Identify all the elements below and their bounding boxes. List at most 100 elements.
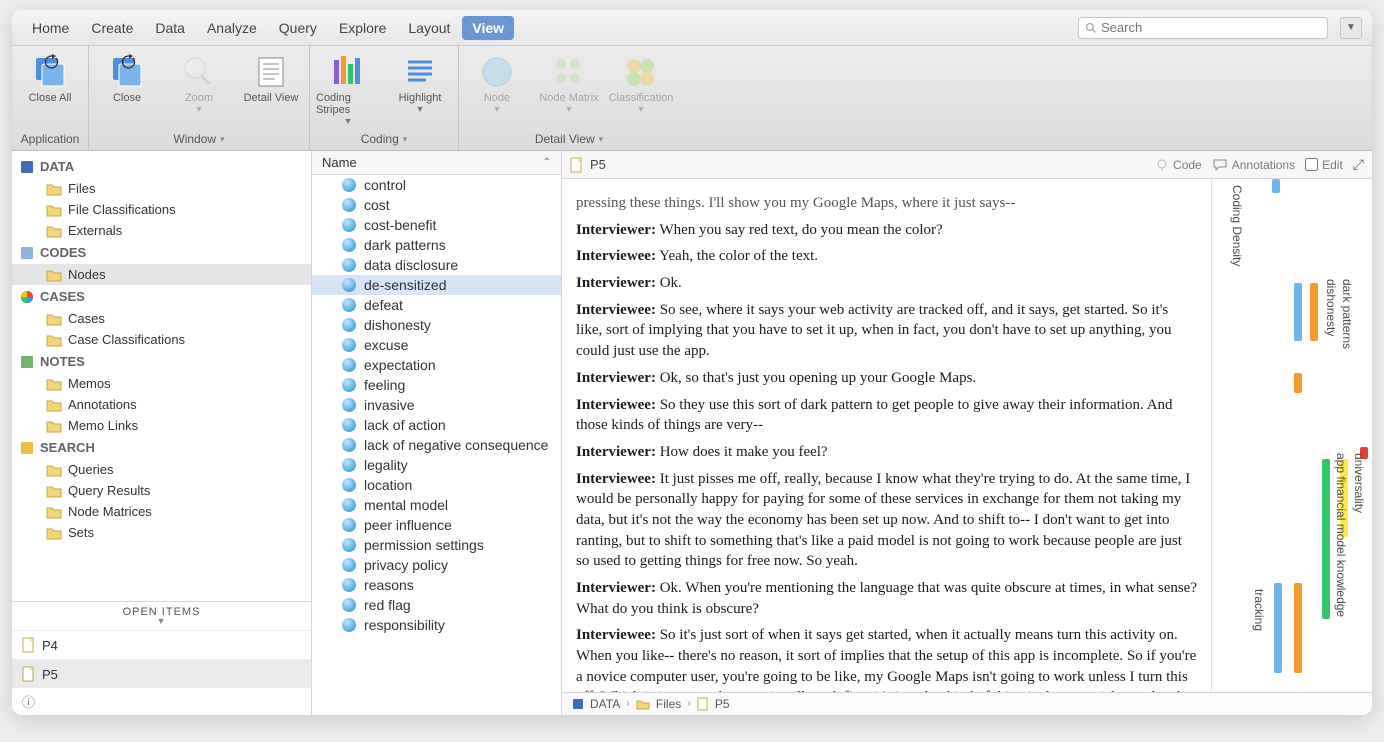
code-node[interactable]: defeat — [312, 295, 561, 315]
open-item-p5[interactable]: P5 — [12, 659, 311, 688]
coding-stripe[interactable] — [1274, 583, 1282, 673]
coding-stripes-pane: Coding Density dark patternsdishonestyun… — [1212, 179, 1372, 692]
expand-button[interactable]: ⤢ — [1353, 156, 1364, 173]
edit-checkbox[interactable] — [1305, 158, 1318, 171]
code-node[interactable]: de-sensitized — [312, 275, 561, 295]
nav-item-nodes[interactable]: Nodes — [12, 264, 311, 285]
menu-data[interactable]: Data — [145, 16, 195, 40]
menu-layout[interactable]: Layout — [398, 16, 460, 40]
nav-item-files[interactable]: Files — [12, 178, 311, 199]
code-node[interactable]: control — [312, 175, 561, 195]
ribbon-close[interactable]: Close — [95, 54, 159, 104]
ribbon-group-coding: Coding▾ — [361, 130, 408, 148]
transcript-line[interactable]: Interviewer: How does it make you feel? — [576, 442, 1197, 463]
code-node[interactable]: permission settings — [312, 535, 561, 555]
transcript-line[interactable]: Interviewer: When you say red text, do y… — [576, 220, 1197, 241]
transcript[interactable]: pressing these things. I'll show you my … — [562, 179, 1212, 692]
menu-create[interactable]: Create — [81, 16, 143, 40]
coding-stripe[interactable] — [1294, 583, 1302, 673]
menu-home[interactable]: Home — [22, 16, 79, 40]
code-node[interactable]: feeling — [312, 375, 561, 395]
code-node[interactable]: responsibility — [312, 615, 561, 635]
transcript-line[interactable]: Interviewer: Ok. — [576, 273, 1197, 294]
search-dropdown-button[interactable]: ▼ — [1340, 17, 1362, 39]
menu-analyze[interactable]: Analyze — [197, 16, 267, 40]
nav-section-codes[interactable]: CODES — [12, 241, 311, 264]
breadcrumb-item[interactable]: DATA — [590, 697, 620, 711]
codes-list-header[interactable]: Name ⌃ — [312, 151, 561, 175]
nav-item-node-matrices[interactable]: Node Matrices — [12, 501, 311, 522]
code-tool[interactable]: Code — [1155, 158, 1202, 172]
document-tab[interactable]: P5 — [570, 157, 1145, 173]
code-node[interactable]: privacy policy — [312, 555, 561, 575]
transcript-line[interactable]: Interviewee: So see, where it says your … — [576, 300, 1197, 362]
transcript-line[interactable]: Interviewee: Yeah, the color of the text… — [576, 246, 1197, 267]
nav-item-memos[interactable]: Memos — [12, 373, 311, 394]
nav-item-queries[interactable]: Queries — [12, 459, 311, 480]
code-node[interactable]: lack of negative consequence — [312, 435, 561, 455]
ribbon-coding-stripes[interactable]: Coding Stripes▼ — [316, 54, 380, 126]
coding-stripe[interactable] — [1294, 373, 1302, 393]
open-items-header[interactable]: OPEN ITEMS ▼ — [12, 601, 311, 630]
search-input[interactable] — [1101, 20, 1321, 35]
coding-stripe[interactable] — [1310, 283, 1318, 341]
open-item-p4[interactable]: P4 — [12, 630, 311, 659]
sort-indicator-icon: ⌃ — [543, 157, 551, 168]
breadcrumb[interactable]: DATA›Files›P5 — [562, 692, 1372, 715]
code-node[interactable]: location — [312, 475, 561, 495]
nav-item-cases[interactable]: Cases — [12, 308, 311, 329]
ribbon-close-all[interactable]: Close All — [18, 54, 82, 104]
transcript-line[interactable]: Interviewer: Ok, so that's just you open… — [576, 368, 1197, 389]
info-icon[interactable]: ⓘ — [12, 688, 311, 715]
code-node[interactable]: invasive — [312, 395, 561, 415]
nav-item-memo-links[interactable]: Memo Links — [12, 415, 311, 436]
speaker-label: Interviewee: — [576, 248, 656, 264]
code-node[interactable]: red flag — [312, 595, 561, 615]
breadcrumb-item[interactable]: Files — [656, 697, 681, 711]
code-node[interactable]: expectation — [312, 355, 561, 375]
nav-item-sets[interactable]: Sets — [12, 522, 311, 543]
transcript-line[interactable]: pressing these things. I'll show you my … — [576, 193, 1197, 214]
menu-query[interactable]: Query — [269, 16, 327, 40]
nav-section-notes[interactable]: NOTES — [12, 350, 311, 373]
nav-section-cases[interactable]: CASES — [12, 285, 311, 308]
menu-view[interactable]: View — [462, 16, 514, 40]
code-node[interactable]: reasons — [312, 575, 561, 595]
code-node[interactable]: dishonesty — [312, 315, 561, 335]
nav-item-case-classifications[interactable]: Case Classifications — [12, 329, 311, 350]
ribbon-detail-view[interactable]: Detail View — [239, 54, 303, 104]
menu-explore[interactable]: Explore — [329, 16, 396, 40]
code-node[interactable]: excuse — [312, 335, 561, 355]
nav-section-data[interactable]: DATA — [12, 155, 311, 178]
search-box[interactable] — [1078, 17, 1328, 39]
nav-item-query-results[interactable]: Query Results — [12, 480, 311, 501]
code-node[interactable]: data disclosure — [312, 255, 561, 275]
coding-stripe[interactable] — [1322, 459, 1330, 619]
close-icon — [107, 54, 147, 90]
transcript-line[interactable]: Interviewee: It just pisses me off, real… — [576, 469, 1197, 572]
ribbon-highlight[interactable]: Highlight▼ — [388, 54, 452, 114]
code-node[interactable]: lack of action — [312, 415, 561, 435]
nav-item-externals[interactable]: Externals — [12, 220, 311, 241]
code-node[interactable]: cost-benefit — [312, 215, 561, 235]
transcript-line[interactable]: Interviewee: So it's just sort of when i… — [576, 625, 1197, 692]
edit-toggle[interactable]: Edit — [1305, 158, 1343, 172]
nav-item-file-classifications[interactable]: File Classifications — [12, 199, 311, 220]
transcript-line[interactable]: Interviewer: Ok. When you're mentioning … — [576, 578, 1197, 619]
annotations-tool[interactable]: Annotations — [1212, 158, 1295, 172]
code-node[interactable]: mental model — [312, 495, 561, 515]
coding-stripe[interactable] — [1272, 179, 1280, 193]
coding-stripe[interactable] — [1294, 283, 1302, 341]
code-node[interactable]: peer influence — [312, 515, 561, 535]
transcript-line[interactable]: Interviewee: So they use this sort of da… — [576, 395, 1197, 436]
nav-section-search[interactable]: SEARCH — [12, 436, 311, 459]
breadcrumb-item[interactable]: P5 — [715, 697, 730, 711]
code-node[interactable]: cost — [312, 195, 561, 215]
node-icon — [342, 258, 356, 272]
nav-item-annotations[interactable]: Annotations — [12, 394, 311, 415]
detail-view-panel: P5 Code Annotations Edit ⤢ pressing thes… — [562, 151, 1372, 715]
highlight-icon — [400, 54, 440, 90]
folder-icon — [46, 377, 62, 391]
code-node[interactable]: dark patterns — [312, 235, 561, 255]
code-node[interactable]: legality — [312, 455, 561, 475]
